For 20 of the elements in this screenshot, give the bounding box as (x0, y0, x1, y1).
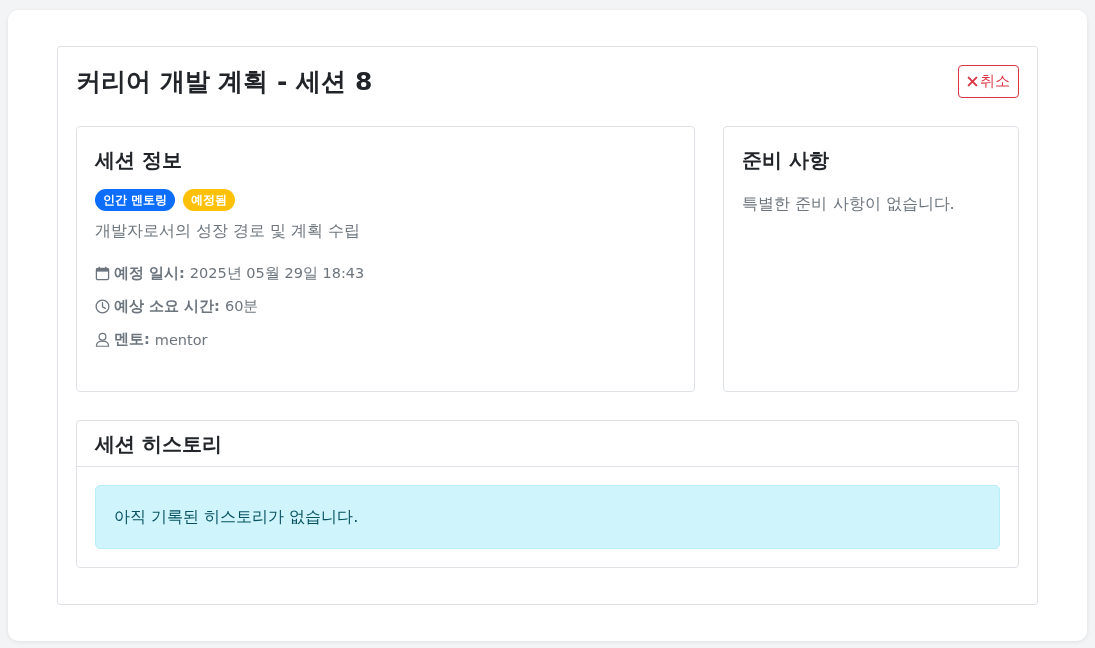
detail-label: 예정 일시: (114, 264, 185, 283)
card-title: 세션 히스토리 (95, 430, 222, 458)
detail-value: 2025년 05월 29일 18:43 (189, 264, 365, 283)
page-title: 커리어 개발 계획 - 세션 8 (76, 66, 373, 98)
tag-badge: 예정됨 (183, 189, 236, 211)
cancel-button[interactable]: 취소 (958, 65, 1019, 98)
preparation-text: 특별한 준비 사항이 없습니다. (742, 193, 956, 215)
close-icon (967, 76, 978, 87)
session-description: 개발자로서의 성장 경로 및 계획 수립 (95, 220, 362, 242)
tag-badge: 인간 멘토링 (95, 189, 176, 211)
card-title: 준비 사항 (742, 147, 831, 174)
detail-value: mentor (154, 331, 208, 348)
person-icon (95, 332, 110, 347)
calendar-icon (95, 266, 110, 281)
detail-label: 멘토: (114, 330, 150, 349)
clock-icon (95, 299, 110, 314)
detail-value: 60분 (224, 297, 259, 316)
detail-label: 예상 소요 시간: (114, 297, 220, 316)
info-alert: 아직 기록된 히스토리가 없습니다. (95, 485, 1000, 549)
card-title: 세션 정보 (95, 147, 183, 174)
